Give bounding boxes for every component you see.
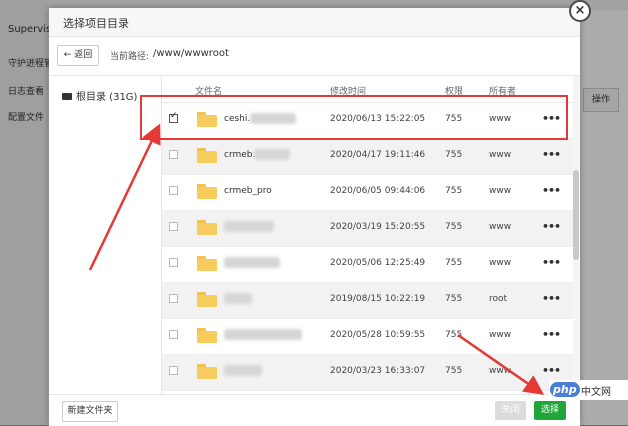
select-button[interactable]: 选择 [534, 401, 566, 420]
path-bar: ← 返回 当前路径: /www/wwwroot [49, 37, 580, 76]
row-checkbox[interactable] [169, 294, 178, 303]
modified-time: 2020/05/28 10:59:55 [330, 330, 426, 340]
owner: www [489, 330, 512, 340]
back-arrow-icon: ← [63, 50, 72, 60]
row-checkbox[interactable] [169, 366, 178, 375]
table-row[interactable]: 2020/03/23 16:33:07 755 www ••• [162, 355, 573, 391]
permission: 755 [445, 330, 463, 340]
dialog-close-icon[interactable]: × [569, 0, 591, 22]
current-path-label: 当前路径: [110, 52, 150, 62]
more-options-icon[interactable]: ••• [542, 184, 561, 197]
owner: www [489, 222, 512, 232]
table-row[interactable]: 2019/08/15 10:22:19 755 root ••• [162, 283, 573, 319]
row-checkbox[interactable] [169, 330, 178, 339]
folder-icon [197, 148, 217, 163]
new-folder-button[interactable]: 新建文件夹 [62, 401, 118, 422]
modified-time: 2020/03/19 15:20:55 [330, 222, 426, 232]
table-row[interactable]: crmeb. 2020/04/17 19:11:46 755 www ••• [162, 139, 573, 175]
scrollbar-thumb[interactable] [573, 170, 579, 260]
row-checkbox[interactable] [169, 186, 178, 195]
more-options-icon[interactable]: ••• [542, 364, 561, 377]
modified-time: 2020/06/05 09:44:06 [330, 186, 426, 196]
watermark-text: 中文网 [581, 387, 611, 398]
tree-root-node[interactable]: 根目录 (31G) [62, 88, 137, 103]
folder-icon [197, 292, 217, 307]
current-path-value: /www/wwwroot [153, 48, 229, 59]
back-button[interactable]: ← 返回 [57, 45, 99, 66]
disk-icon [62, 92, 72, 100]
permission: 755 [445, 150, 463, 160]
php-logo: php [550, 382, 580, 397]
redacted-name-blur [224, 257, 280, 268]
permission: 755 [445, 258, 463, 268]
more-options-icon[interactable]: ••• [542, 148, 561, 161]
table-row[interactable]: 2020/03/19 15:20:55 755 www ••• [162, 211, 573, 247]
dialog-title-bar: 选择项目目录 [49, 8, 580, 37]
tree-root-label: 根目录 (31G) [76, 92, 138, 103]
owner: root [489, 294, 508, 304]
more-options-icon[interactable]: ••• [542, 256, 561, 269]
owner: www [489, 366, 512, 376]
folder-icon [197, 328, 217, 343]
dialog-footer: 新建文件夹 关闭 选择 [49, 394, 580, 426]
owner: www [489, 186, 512, 196]
modified-time: 2020/03/23 16:33:07 [330, 366, 426, 376]
annotation-highlight-box [140, 95, 568, 140]
owner: www [489, 150, 512, 160]
file-name[interactable]: crmeb. [224, 150, 255, 160]
folder-icon [197, 184, 217, 199]
row-checkbox[interactable] [169, 222, 178, 231]
select-directory-dialog: 选择项目目录 ← 返回 当前路径: /www/wwwroot 根目录 (31G)… [49, 8, 580, 426]
table-row[interactable]: 2020/05/06 12:25:49 755 www ••• [162, 247, 573, 283]
redacted-name-blur [254, 149, 290, 160]
table-row[interactable]: crmeb_pro 2020/06/05 09:44:06 755 www ••… [162, 175, 573, 211]
permission: 755 [445, 186, 463, 196]
modified-time: 2019/08/15 10:22:19 [330, 294, 426, 304]
permission: 755 [445, 366, 463, 376]
folder-icon [197, 364, 217, 379]
folder-icon [197, 256, 217, 271]
redacted-name-blur [224, 365, 262, 376]
watermark: php 中文网 [549, 380, 628, 400]
file-name[interactable]: crmeb_pro [224, 186, 272, 196]
permission: 755 [445, 222, 463, 232]
modified-time: 2020/04/17 19:11:46 [330, 150, 426, 160]
owner: www [489, 258, 512, 268]
folder-icon [197, 220, 217, 235]
back-button-label: 返回 [74, 50, 93, 60]
row-checkbox[interactable] [169, 150, 178, 159]
more-options-icon[interactable]: ••• [542, 328, 561, 341]
more-options-icon[interactable]: ••• [542, 220, 561, 233]
more-options-icon[interactable]: ••• [542, 292, 561, 305]
dialog-title: 选择项目目录 [63, 17, 129, 30]
redacted-name-blur [224, 221, 274, 232]
redacted-name-blur [224, 293, 252, 304]
modified-time: 2020/05/06 12:25:49 [330, 258, 426, 268]
close-button[interactable]: 关闭 [495, 401, 526, 420]
redacted-name-blur [224, 329, 302, 340]
permission: 755 [445, 294, 463, 304]
row-checkbox[interactable] [169, 258, 178, 267]
table-row[interactable]: 2020/05/28 10:59:55 755 www ••• [162, 319, 573, 355]
